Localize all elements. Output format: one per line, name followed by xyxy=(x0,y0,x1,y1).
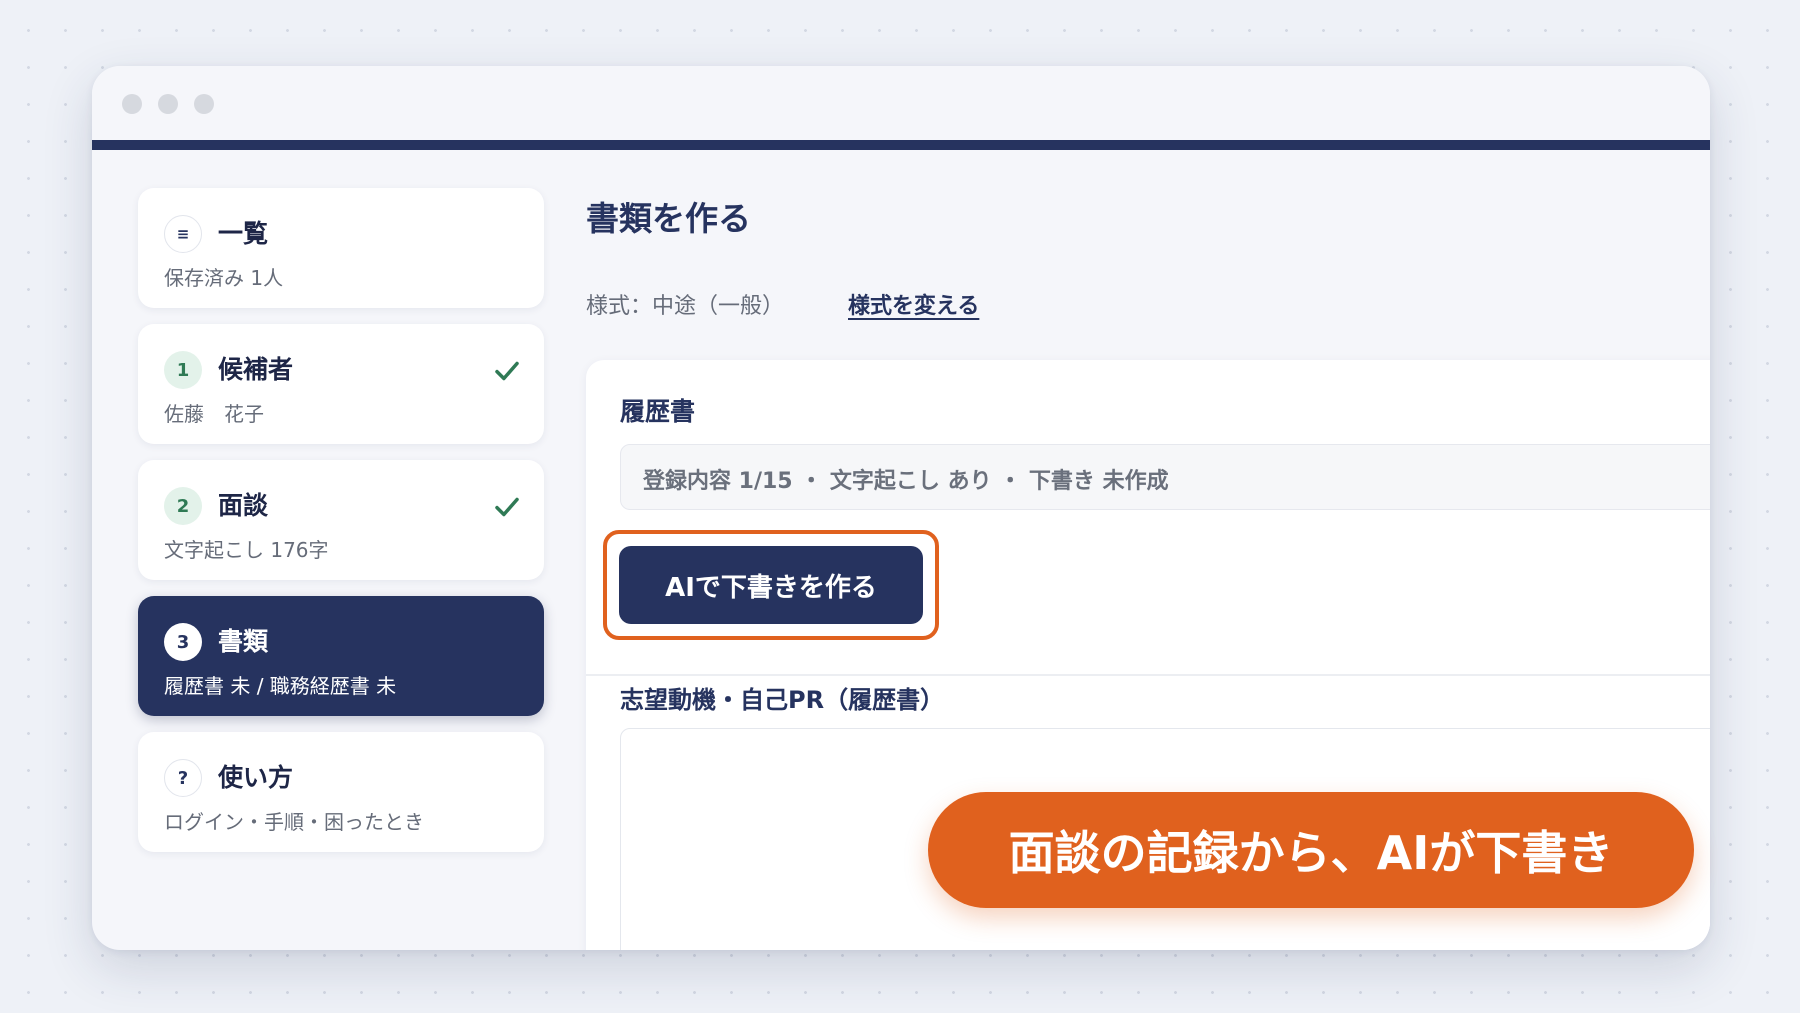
format-label: 様式：中途（一般） xyxy=(586,294,785,319)
sidebar-item-title: 使い方 xyxy=(218,763,294,792)
list-icon: ≡ xyxy=(164,215,202,253)
sidebar-item-list[interactable]: ≡ 一覧 保存済み 1人 xyxy=(138,188,544,308)
divider xyxy=(586,674,1710,676)
sidebar-item-documents[interactable]: 3 書類 履歴書 未 / 職務経歴書 未 xyxy=(138,596,544,716)
sidebar-item-title: 書類 xyxy=(218,627,269,656)
sidebar-item-subtitle: 文字起こし 176字 xyxy=(164,538,329,562)
step-number-badge: 2 xyxy=(164,487,202,525)
panel-title: 履歴書 xyxy=(620,397,696,426)
motivation-field-label: 志望動機・自己PR（履歴書） xyxy=(620,686,945,714)
checkmark-icon xyxy=(495,497,519,517)
window-maximize-dot[interactable] xyxy=(194,94,214,114)
page-title: 書類を作る xyxy=(586,199,751,238)
step-number-badge: 1 xyxy=(164,351,202,389)
status-box: 登録内容 1/15 ・ 文字起こし あり ・ 下書き 未作成 xyxy=(620,444,1710,510)
sidebar-item-title: 面談 xyxy=(218,491,269,520)
sidebar-item-subtitle: ログイン・手順・困ったとき xyxy=(164,810,424,834)
step-number-badge: 3 xyxy=(164,623,202,661)
sidebar-item-title: 候補者 xyxy=(218,355,294,384)
sidebar-item-subtitle: 佐藤 花子 xyxy=(164,402,264,426)
title-bar xyxy=(92,66,1710,140)
sidebar-item-subtitle: 履歴書 未 / 職務経歴書 未 xyxy=(164,674,397,698)
window-close-dot[interactable] xyxy=(122,94,142,114)
help-icon: ? xyxy=(164,759,202,797)
sidebar-item-help[interactable]: ? 使い方 ログイン・手順・困ったとき xyxy=(138,732,544,852)
sidebar-item-candidate[interactable]: 1 候補者 佐藤 花子 xyxy=(138,324,544,444)
checkmark-icon xyxy=(495,361,519,381)
change-format-link[interactable]: 様式を変える xyxy=(848,288,979,320)
header-accent-bar xyxy=(92,140,1710,150)
ai-draft-button[interactable]: AIで下書きを作る xyxy=(619,546,923,624)
sidebar-item-subtitle: 保存済み 1人 xyxy=(164,266,284,290)
sidebar-item-title: 一覧 xyxy=(218,219,269,248)
status-text: 登録内容 1/15 ・ 文字起こし あり ・ 下書き 未作成 xyxy=(643,469,1169,494)
window-minimize-dot[interactable] xyxy=(158,94,178,114)
callout-banner: 面談の記録から、AIが下書き xyxy=(928,792,1694,908)
sidebar-item-interview[interactable]: 2 面談 文字起こし 176字 xyxy=(138,460,544,580)
